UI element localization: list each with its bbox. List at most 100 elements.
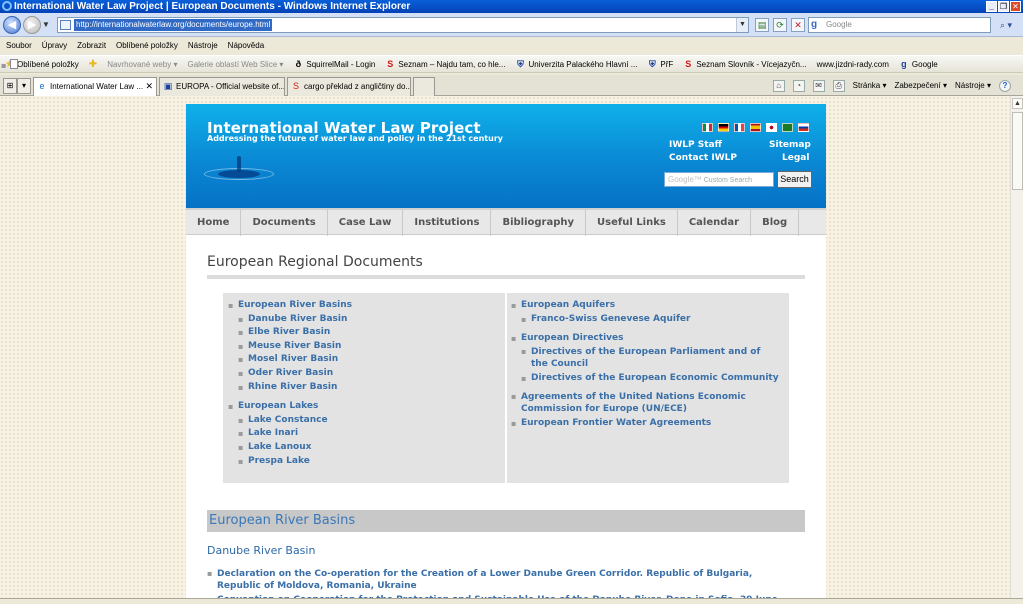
new-tab-button[interactable] <box>413 77 435 96</box>
help-icon[interactable]: ? <box>999 79 1011 92</box>
eu-flag-icon: ▣ <box>163 81 173 91</box>
staff-link[interactable]: IWLP Staff <box>669 140 722 150</box>
favorite-item[interactable]: Galerie oblastí Web Slice ▾ <box>1 59 288 72</box>
sitemap-link[interactable]: Sitemap <box>769 140 811 150</box>
favorite-item[interactable]: www.jizdni-rady.com <box>1 59 894 72</box>
link-european-aquifers[interactable]: European Aquifers <box>511 299 781 313</box>
menu-help[interactable]: Nápověda <box>228 38 264 54</box>
add-favorite-button[interactable]: ✚ <box>84 59 102 70</box>
tab-iwlp[interactable]: e International Water Law ... ✕ <box>33 77 157 97</box>
menu-edit[interactable]: Úpravy <box>42 38 67 54</box>
flag-russia-icon[interactable] <box>798 123 809 132</box>
menu-favorites[interactable]: Oblíbené položky <box>116 38 178 54</box>
custom-search-input[interactable]: Google™ Custom Search <box>664 172 774 187</box>
google-icon: g <box>901 59 907 69</box>
document-link[interactable]: Declaration on the Co-operation for the … <box>207 568 797 592</box>
link-lake-lanoux[interactable]: Lake Lanoux <box>238 441 352 455</box>
ie-logo-icon <box>2 1 12 11</box>
favorite-item[interactable]: S Seznam – Najdu tam, co hle... <box>380 59 510 69</box>
maximize-button[interactable]: ❐ <box>998 1 1009 12</box>
link-european-river-basins[interactable]: European River Basins <box>228 299 352 313</box>
menu-view[interactable]: Zobrazit <box>77 38 106 54</box>
link-european-lakes[interactable]: European Lakes <box>228 400 352 414</box>
link-lake-constance[interactable]: Lake Constance <box>238 414 352 428</box>
contact-link[interactable]: Contact IWLP <box>669 153 737 163</box>
mail-icon[interactable]: ✉ <box>812 79 825 92</box>
compatibility-icon[interactable]: ▤ <box>755 18 769 32</box>
tab-europa[interactable]: ▣ EUROPA - Official website of... <box>159 77 285 96</box>
search-go-icon[interactable]: ⌕ ▾ <box>994 17 1018 33</box>
link-unece-agreements[interactable]: Agreements of the United Nations Economi… <box>511 391 761 415</box>
favorite-item[interactable]: ð SquirrelMail - Login <box>288 59 380 69</box>
tab-cargo[interactable]: S cargo překlad z angličtiny do... <box>287 77 411 96</box>
page-title: European Regional Documents <box>207 254 805 279</box>
nav-home[interactable]: Home <box>186 210 242 236</box>
back-button[interactable]: ◀ <box>3 16 21 34</box>
quick-tabs-icon[interactable]: ⊞ <box>3 78 17 94</box>
flag-germany-icon[interactable] <box>718 123 729 132</box>
home-icon[interactable]: ⌂ <box>772 79 785 92</box>
favorite-item[interactable]: ⛨ Univerzita Palackého Hlavní ... <box>510 59 642 69</box>
nav-bibliography[interactable]: Bibliography <box>491 210 587 236</box>
search-button[interactable]: Search <box>777 171 812 188</box>
safety-menu[interactable]: Zabezpečení ▾ <box>894 81 947 90</box>
legal-link[interactable]: Legal <box>782 153 809 163</box>
link-directives-parliament[interactable]: Directives of the European Parliament an… <box>521 346 771 370</box>
river-heading: Danube River Basin <box>207 544 316 557</box>
link-meuse[interactable]: Meuse River Basin <box>238 340 352 354</box>
history-dropdown-icon[interactable]: ▼ <box>42 20 50 29</box>
site-header: International Water Law Project Addressi… <box>186 104 826 212</box>
link-rhine[interactable]: Rhine River Basin <box>238 381 352 395</box>
link-lake-inari[interactable]: Lake Inari <box>238 427 352 441</box>
favorite-item[interactable]: g Google <box>894 59 943 69</box>
scroll-up-icon[interactable]: ▲ <box>1012 98 1023 109</box>
flag-japan-icon[interactable] <box>766 123 777 132</box>
link-directives-eec[interactable]: Directives of the European Economic Comm… <box>521 372 781 386</box>
squirrel-icon: ð <box>295 59 302 69</box>
seznam-icon: S <box>685 59 692 69</box>
water-drop-logo-icon <box>204 154 274 184</box>
stop-icon[interactable]: ✕ <box>791 18 805 32</box>
link-elbe[interactable]: Elbe River Basin <box>238 326 352 340</box>
link-frontier-agreements[interactable]: European Frontier Water Agreements <box>511 417 781 431</box>
tools-menu[interactable]: Nástroje ▾ <box>955 81 991 90</box>
refresh-icon[interactable]: ⟳ <box>773 18 787 32</box>
address-field[interactable]: http://internationalwaterlaw.org/documen… <box>57 17 749 33</box>
tab-close-icon[interactable]: ✕ <box>145 78 153 95</box>
favorite-item[interactable]: Navrhované weby ▾ <box>1 59 182 72</box>
link-oder[interactable]: Oder River Basin <box>238 367 352 381</box>
link-european-directives[interactable]: European Directives <box>511 332 781 346</box>
page-menu[interactable]: Stránka ▾ <box>853 81 887 90</box>
flag-spain-icon[interactable] <box>750 123 761 132</box>
favorite-item[interactable]: S Seznam Slovník - Vícejazyčn... <box>678 59 811 69</box>
print-icon[interactable]: ⎙ <box>832 79 845 92</box>
nav-useful-links[interactable]: Useful Links <box>586 210 678 236</box>
link-danube[interactable]: Danube River Basin <box>238 313 352 327</box>
seznam-icon: S <box>387 59 394 69</box>
scroll-thumb[interactable] <box>1012 112 1023 190</box>
search-field[interactable]: g Google <box>808 17 991 33</box>
flag-france-icon[interactable] <box>734 123 745 132</box>
feeds-icon[interactable]: ◔ <box>792 79 805 92</box>
nav-blog[interactable]: Blog <box>751 210 800 236</box>
nav-documents[interactable]: Documents <box>241 210 328 236</box>
menu-file[interactable]: Soubor <box>6 38 32 54</box>
nav-case-law[interactable]: Case Law <box>328 210 404 236</box>
favorite-label: Seznam Slovník - Vícejazyčn... <box>696 59 807 69</box>
menu-tools[interactable]: Nástroje <box>188 38 218 54</box>
tab-list-icon[interactable]: ▾ <box>17 78 31 94</box>
link-prespa-lake[interactable]: Prespa Lake <box>238 455 352 469</box>
address-dropdown-icon[interactable]: ▼ <box>736 18 748 32</box>
nav-institutions[interactable]: Institutions <box>403 210 492 236</box>
vertical-scrollbar[interactable]: ▲ <box>1010 96 1023 604</box>
minimize-button[interactable]: _ <box>986 1 997 12</box>
close-button[interactable]: ✕ <box>1010 1 1021 12</box>
nav-calendar[interactable]: Calendar <box>678 210 752 236</box>
forward-button[interactable]: ▶ <box>23 16 41 34</box>
link-franco-swiss-aquifer[interactable]: Franco-Swiss Genevese Aquifer <box>521 313 781 327</box>
url-text[interactable]: http://internationalwaterlaw.org/documen… <box>74 19 273 31</box>
flag-italy-icon[interactable] <box>702 123 713 132</box>
favorite-item[interactable]: ⛨ PřF <box>642 59 678 69</box>
link-mosel[interactable]: Mosel River Basin <box>238 353 352 367</box>
flag-saudi-icon[interactable] <box>782 123 793 132</box>
